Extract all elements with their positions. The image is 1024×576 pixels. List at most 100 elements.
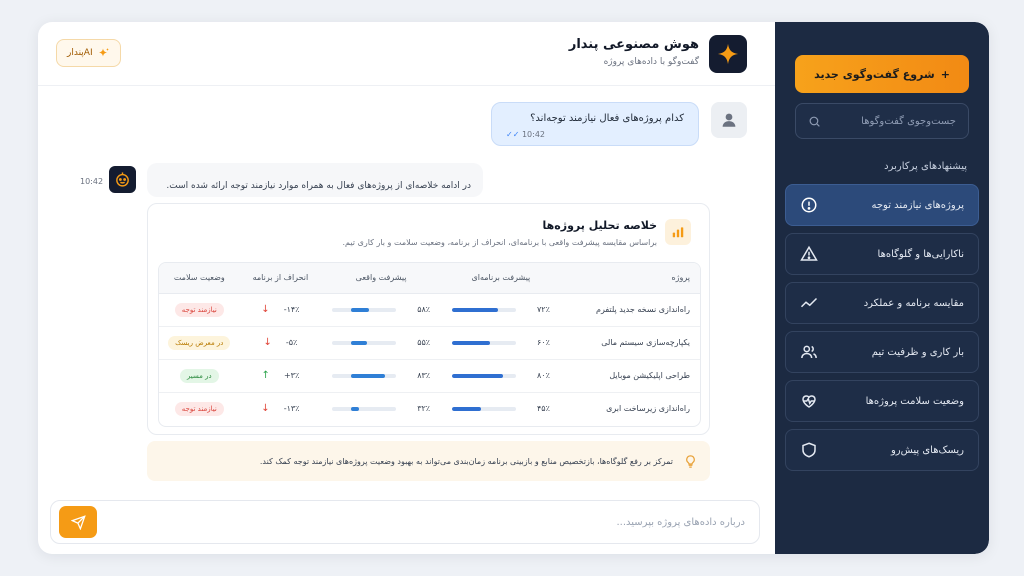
table-row[interactable]: یکپارچه‌سازی سیستم مالی ۶۰٪ ۵۵٪ ↓ -۵٪ در معرض…	[159, 326, 700, 360]
lightbulb-icon	[686, 454, 695, 468]
planned-progress-value: ۴۵٪	[536, 404, 550, 414]
trend-line-icon	[800, 297, 818, 308]
card-title: خلاصه تحلیل پروژه‌ها	[542, 219, 658, 232]
user-message-meta: 10:42 ✓✓	[506, 130, 684, 139]
suggestion-label: وضعیت سلامت پروژه‌ها	[865, 395, 964, 407]
status-badge: نیازمند توجه	[174, 302, 224, 317]
actual-progress-fill	[351, 307, 370, 312]
table-body: راه‌اندازی نسخه جدید پلتفرم ۷۲٪ ۵۸٪ ↓ -۱۴٪ نی…	[159, 293, 700, 425]
project-name: راه‌اندازی زیرساخت ابری	[606, 404, 690, 414]
planned-progress-cell: ۸۰٪	[440, 359, 561, 393]
planned-progress-bar	[451, 406, 516, 411]
suggestion-label: ناکارایی‌ها و گلوگاه‌ها	[877, 248, 964, 260]
insight-text: تمرکز بر رفع گلوگاه‌ها، بازتخصیص منابع و…	[259, 456, 673, 466]
suggestion-team-capacity[interactable]: بار کاری و ظرفیت تیم	[785, 331, 979, 373]
actual-progress-bar	[332, 373, 397, 378]
deviation-cell: ↓ -۱۴٪	[239, 293, 322, 327]
suggestion-attention-projects[interactable]: پروژه‌های نیازمند توجه	[785, 184, 979, 226]
planned-progress-fill	[451, 307, 498, 312]
deviation-cell: ↓ -۵٪	[239, 326, 322, 360]
projects-table: پروژه پیشرفت برنامه‌ای پیشرفت واقعی انحر…	[158, 262, 701, 427]
actual-progress-cell: ۸۳٪	[321, 359, 441, 393]
health-status-cell: در مسیر	[159, 359, 240, 393]
analysis-card: خلاصه تحلیل پروژه‌ها براساس مقایسه پیشرف…	[147, 203, 710, 435]
search-input[interactable]: جست‌وجوی گفت‌وگوها	[829, 116, 956, 127]
double-check-icon: ✓✓	[506, 130, 520, 139]
app-window: + شروع گفت‌وگوی جدید جست‌وجوی گفت‌وگوها …	[38, 22, 989, 554]
suggestion-label: بار کاری و ظرفیت تیم	[871, 346, 964, 358]
deviation-value: -۵٪	[285, 338, 298, 347]
plus-icon: +	[940, 67, 950, 81]
deviation-value: -۱۳٪	[283, 404, 300, 414]
col-project: پروژه	[560, 263, 700, 294]
suggestion-plan-vs-performance[interactable]: مقایسه برنامه و عملکرد	[785, 282, 979, 324]
send-icon	[70, 514, 86, 530]
actual-progress-cell: ۵۵٪	[321, 326, 441, 360]
sparkles-icon	[98, 48, 109, 57]
planned-progress-value: ۷۲٪	[536, 305, 550, 314]
user-message-row: کدام پروژه‌های فعال نیازمند توجه‌اند؟ 10…	[491, 102, 747, 146]
status-badge: در مسیر	[179, 368, 219, 383]
user-icon	[722, 113, 736, 127]
col-deviation: انحراف از برنامه	[239, 263, 322, 294]
planned-progress-cell: ۴۵٪	[441, 392, 561, 425]
suggestion-bottlenecks[interactable]: ناکارایی‌ها و گلوگاه‌ها	[785, 233, 979, 275]
status-badge: نیازمند توجه	[174, 401, 224, 416]
table-row[interactable]: راه‌اندازی نسخه جدید پلتفرم ۷۲٪ ۵۸٪ ↓ -۱۴٪ نی…	[159, 293, 700, 327]
header-title-block: هوش مصنوعی پندار گفت‌وگو با داده‌های پرو…	[569, 37, 699, 67]
sidebar: + شروع گفت‌وگوی جدید جست‌وجوی گفت‌وگوها …	[775, 22, 989, 554]
actual-progress-fill	[351, 373, 386, 378]
planned-progress-bar	[451, 373, 516, 378]
heart-pulse-icon	[802, 395, 816, 408]
conversation-search[interactable]: جست‌وجوی گفت‌وگوها	[795, 103, 969, 139]
message-time: 10:42	[521, 130, 546, 139]
planned-progress-fill	[451, 373, 504, 378]
page-title: هوش مصنوعی پندار	[568, 37, 699, 52]
user-message-bubble: کدام پروژه‌های فعال نیازمند توجه‌اند؟ 10…	[491, 102, 699, 146]
suggestion-label: ریسک‌های پیش‌رو	[890, 444, 964, 456]
actual-progress-value: ۵۵٪	[417, 338, 431, 347]
deviation-value: +۳٪	[283, 371, 300, 380]
suggestion-upcoming-risks[interactable]: ریسک‌های پیش‌رو	[785, 429, 979, 471]
message-input[interactable]	[97, 516, 745, 528]
table-row[interactable]: طراحی اپلیکیشن موبایل ۸۰٪ ۸۳٪ ↑ +۳٪ در مسیر	[159, 359, 700, 393]
warning-triangle-icon	[800, 245, 818, 261]
col-planned-progress: پیشرفت برنامه‌ای	[440, 263, 561, 294]
col-actual-progress: پیشرفت واقعی	[321, 263, 441, 294]
project-name: طراحی اپلیکیشن موبایل	[560, 359, 700, 393]
deviation-cell: ↓ -۱۳٪	[240, 392, 322, 425]
planned-progress-fill	[451, 340, 491, 345]
card-icon	[665, 219, 691, 245]
ai-badge-label: AIپندار	[67, 48, 93, 58]
alert-circle-icon	[801, 197, 817, 213]
shield-icon	[802, 442, 816, 458]
chat-header: هوش مصنوعی پندار گفت‌وگو با داده‌های پرو…	[38, 22, 775, 86]
user-message-text: کدام پروژه‌های فعال نیازمند توجه‌اند؟	[530, 113, 684, 124]
actual-progress-bar	[332, 340, 397, 345]
insight-tip: تمرکز بر رفع گلوگاه‌ها، بازتخصیص منابع و…	[147, 441, 710, 481]
card-subtitle: براساس مقایسه پیشرفت واقعی با برنامه‌ای،…	[342, 238, 657, 247]
arrow-down-icon: ↓	[263, 337, 272, 348]
suggestion-project-health[interactable]: وضعیت سلامت پروژه‌ها	[785, 380, 979, 422]
table-row[interactable]: راه‌اندازی زیرساخت ابری ۴۵٪ ۳۲٪ ↓ -۱۳٪ نیازمن…	[159, 392, 700, 425]
table-header-row: پروژه پیشرفت برنامه‌ای پیشرفت واقعی انحر…	[159, 263, 700, 294]
actual-progress-value: ۳۲٪	[417, 404, 431, 414]
send-button[interactable]	[59, 506, 97, 538]
actual-progress-bar	[332, 406, 397, 411]
planned-progress-value: ۶۰٪	[536, 338, 550, 347]
sparkle-logo-icon	[717, 43, 739, 65]
deviation-value: -۱۴٪	[283, 305, 300, 314]
new-chat-button[interactable]: + شروع گفت‌وگوی جدید	[795, 55, 969, 93]
planned-progress-cell: ۶۰٪	[440, 326, 561, 360]
actual-progress-fill	[351, 406, 359, 411]
col-health-status: وضعیت سلامت	[159, 263, 240, 294]
project-name: یکپارچه‌سازی سیستم مالی	[560, 326, 700, 360]
bot-message-bubble: در ادامه خلاصه‌ای از پروژه‌های فعال به ه…	[147, 163, 483, 197]
page-subtitle: گفت‌وگو با داده‌های پروژه	[603, 57, 699, 67]
planned-progress-value: ۸۰٪	[536, 371, 550, 380]
ai-badge[interactable]: AIپندار	[56, 39, 121, 67]
new-chat-label: شروع گفت‌وگوی جدید	[814, 67, 935, 81]
user-avatar	[711, 102, 747, 138]
planned-progress-fill	[451, 406, 481, 411]
project-name: راه‌اندازی نسخه جدید پلتفرم	[560, 293, 700, 327]
